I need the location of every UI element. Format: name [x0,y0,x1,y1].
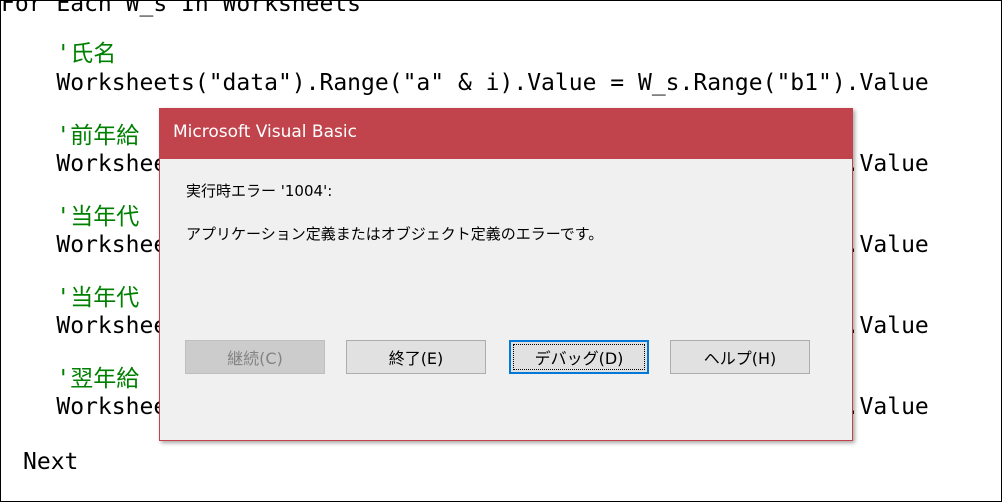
error-code-text: 実行時エラー '1004': [186,182,333,200]
dialog-body: 実行時エラー '1004': アプリケーション定義またはオブジェクト定義のエラー… [160,159,852,440]
help-button-label: ヘルプ(H) [703,349,777,368]
end-button-label: 終了(E) [388,349,444,368]
error-message-text: アプリケーション定義またはオブジェクト定義のエラーです。 [186,225,604,243]
dialog-title: Microsoft Visual Basic [173,122,357,142]
continue-button: 継続(C) [185,340,325,374]
code-comment: '当年代 [1,204,140,230]
code-line: For Each W_s In Worksheets [1,0,362,17]
end-button[interactable]: 終了(E) [346,340,486,374]
code-line: Next [23,449,79,475]
code-comment: '翌年給 [1,366,140,392]
debug-button[interactable]: デバッグ(D) [509,340,649,374]
dialog-titlebar[interactable]: Microsoft Visual Basic [160,109,852,159]
help-button[interactable]: ヘルプ(H) [670,340,810,374]
debug-button-label: デバッグ(D) [534,349,624,368]
code-comment: '当年代 [1,285,140,311]
code-comment: '前年給 [1,123,140,149]
code-line: Worksheets("data").Range("a" & i).Value … [1,70,929,96]
runtime-error-dialog: Microsoft Visual Basic 実行時エラー '1004': アプ… [159,108,853,441]
continue-button-label: 継続(C) [227,349,283,368]
code-comment: '氏名 [1,41,117,67]
